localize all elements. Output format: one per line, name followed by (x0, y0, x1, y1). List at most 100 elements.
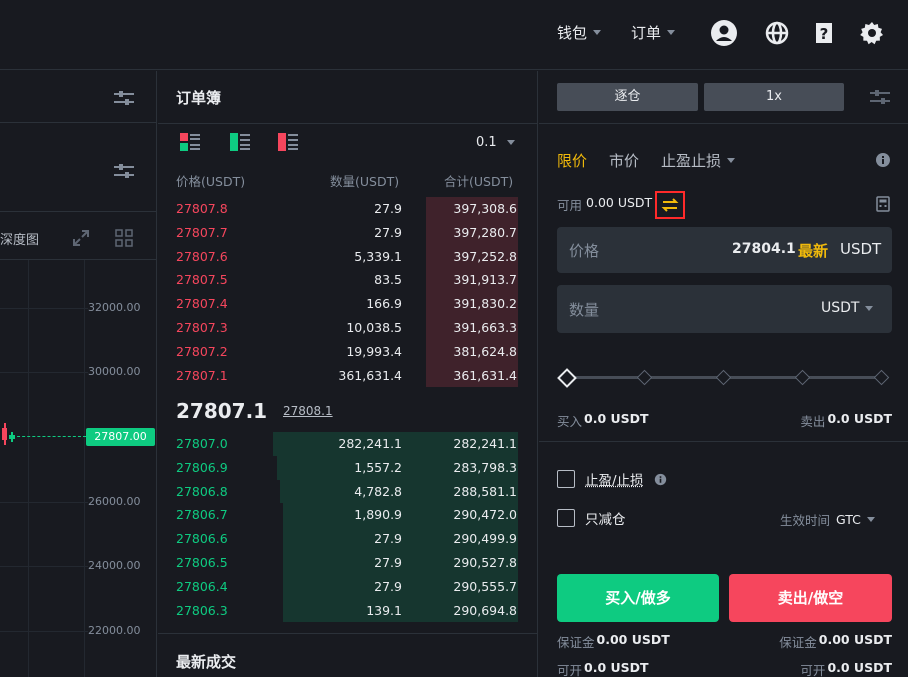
chevron-down-icon (667, 30, 676, 35)
sliders-icon[interactable] (113, 162, 135, 184)
bid-total: 290,499.9 (453, 531, 517, 547)
bids-view-icon[interactable] (230, 133, 252, 155)
globe-icon[interactable] (762, 18, 792, 48)
info-icon[interactable] (875, 152, 891, 172)
bid-row[interactable]: 27806.4 27.9 290,555.7 (158, 574, 538, 599)
bid-qty: 27.9 (374, 531, 402, 547)
slider-mark-25[interactable] (636, 369, 653, 386)
bid-row[interactable]: 27806.5 27.9 290,527.8 (158, 551, 538, 575)
price-input[interactable]: 价格 27804.1 最新 USDT (557, 227, 892, 273)
bid-row[interactable]: 27806.9 1,557.2 283,798.3 (158, 455, 538, 480)
leverage-button[interactable]: 1x (704, 83, 844, 111)
tpsl-option[interactable]: 止盈/止损 (557, 469, 667, 489)
ask-total: 397,280.7 (453, 224, 517, 240)
buy-amount: 买入 0.0 USDT (557, 411, 649, 430)
ask-price: 27807.8 (176, 201, 228, 216)
orderbook-title: 订单簿 (176, 89, 222, 107)
tab-limit[interactable]: 限价 (557, 150, 587, 171)
col-qty-header: 数量(USDT) (330, 174, 400, 189)
bid-row[interactable]: 27807.0 282,241.1 282,241.1 (158, 432, 538, 456)
depth-chart-tab[interactable]: 深度图 (0, 229, 39, 248)
price-unit: USDT (840, 240, 882, 258)
orders-label: 订单 (631, 24, 662, 42)
chevron-down-icon (727, 158, 736, 163)
bid-qty: 282,241.1 (338, 436, 402, 451)
precision-select[interactable]: 0.1 (476, 135, 515, 150)
orders-menu[interactable]: 订单 (631, 22, 676, 43)
amount-slider[interactable] (557, 367, 892, 388)
bid-row[interactable]: 27806.7 1,890.9 290,472.0 (158, 503, 538, 528)
ask-qty: 166.9 (366, 296, 402, 312)
ask-row[interactable]: 27807.3 10,038.5 391,663.3 (158, 316, 538, 340)
ask-price: 27807.6 (176, 248, 228, 264)
slider-mark-100[interactable] (873, 369, 890, 386)
info-icon[interactable] (654, 473, 667, 486)
tpsl-label: 止盈/止损 (585, 473, 644, 489)
bid-row[interactable]: 27806.6 27.9 290,499.9 (158, 527, 538, 551)
ask-row[interactable]: 27807.1 361,631.4 361,631.4 (158, 363, 538, 388)
quantity-unit-select[interactable]: USDT (821, 300, 874, 316)
ask-row[interactable]: 27807.7 27.9 397,280.7 (158, 220, 538, 245)
tif-value: GTC (836, 512, 861, 527)
ask-row[interactable]: 27807.4 166.9 391,830.2 (158, 292, 538, 316)
buy-margin: 保证金 0.00 USDT (557, 632, 670, 651)
ask-row[interactable]: 27807.2 19,993.4 381,624.8 (158, 339, 538, 364)
tab-market[interactable]: 市价 (609, 150, 639, 171)
bid-price: 27806.6 (176, 531, 228, 547)
margin-buy-value: 0.00 USDT (596, 632, 670, 647)
margin-mode-button[interactable]: 逐仓 (557, 83, 698, 111)
bid-price: 27806.4 (176, 578, 228, 594)
tpsl-checkbox[interactable] (557, 470, 575, 488)
chevron-down-icon (865, 305, 874, 311)
price-chart[interactable]: 32000.00 30000.00 26000.00 24000.00 2200… (0, 260, 157, 677)
mark-price[interactable]: 27808.1 (283, 404, 333, 418)
expand-icon[interactable] (72, 229, 90, 251)
price-value[interactable]: 27804.1 (732, 241, 796, 257)
time-in-force-select[interactable]: 生效时间 GTC (780, 510, 875, 529)
divider (0, 122, 157, 123)
grid-line (0, 308, 88, 309)
ask-row[interactable]: 27807.6 5,339.1 397,252.8 (158, 244, 538, 269)
ask-qty: 83.5 (374, 272, 402, 288)
transfer-icon[interactable] (655, 191, 685, 219)
ask-row[interactable]: 27807.5 83.5 391,913.7 (158, 268, 538, 293)
ask-total: 361,631.4 (453, 367, 517, 383)
bid-row[interactable]: 27806.8 4,782.8 288,581.1 (158, 479, 538, 504)
bid-price: 27806.3 (176, 602, 228, 618)
bids-list: 27807.0 282,241.1 282,241.1 27806.9 1,55… (158, 432, 538, 624)
grid-icon[interactable] (115, 229, 133, 251)
slider-mark-50[interactable] (715, 369, 732, 386)
precision-value: 0.1 (476, 135, 497, 150)
slider-mark-75[interactable] (794, 369, 811, 386)
latest-price-button[interactable]: 最新 (798, 240, 828, 261)
bid-qty: 139.1 (366, 602, 402, 618)
sell-amount: 卖出 0.0 USDT (800, 411, 892, 430)
tab-stop[interactable]: 止盈止损 (661, 150, 736, 171)
divider (158, 633, 538, 634)
sell-margin: 保证金 0.00 USDT (779, 632, 892, 651)
wallet-menu[interactable]: 钱包 (557, 22, 602, 43)
divider (0, 211, 157, 212)
user-icon[interactable] (709, 18, 739, 48)
ask-total: 381,624.8 (453, 343, 517, 359)
price-label: 价格 (569, 242, 600, 260)
sliders-icon[interactable] (869, 88, 891, 110)
bid-row[interactable]: 27806.3 139.1 290,694.8 (158, 598, 538, 623)
both-view-icon[interactable] (180, 133, 202, 155)
ask-row[interactable]: 27807.8 27.9 397,308.6 (158, 197, 538, 221)
asks-view-icon[interactable] (278, 133, 300, 155)
gear-icon[interactable] (857, 18, 887, 48)
sliders-icon[interactable] (113, 89, 135, 111)
help-icon[interactable]: ? (809, 18, 839, 48)
buy-long-button[interactable]: 买入/做多 (557, 574, 719, 622)
calculator-icon[interactable] (876, 196, 890, 216)
bid-price: 27806.9 (176, 459, 228, 475)
svg-text:?: ? (820, 25, 829, 43)
buy-amount-label: 买入 (557, 414, 583, 429)
quantity-input[interactable]: 数量 USDT (557, 285, 892, 333)
chevron-down-icon (593, 30, 602, 35)
reduce-only-checkbox[interactable] (557, 509, 575, 527)
sell-short-button[interactable]: 卖出/做空 (729, 574, 892, 622)
reduce-only-option[interactable]: 只减仓 (557, 508, 626, 528)
slider-handle[interactable] (557, 368, 577, 388)
